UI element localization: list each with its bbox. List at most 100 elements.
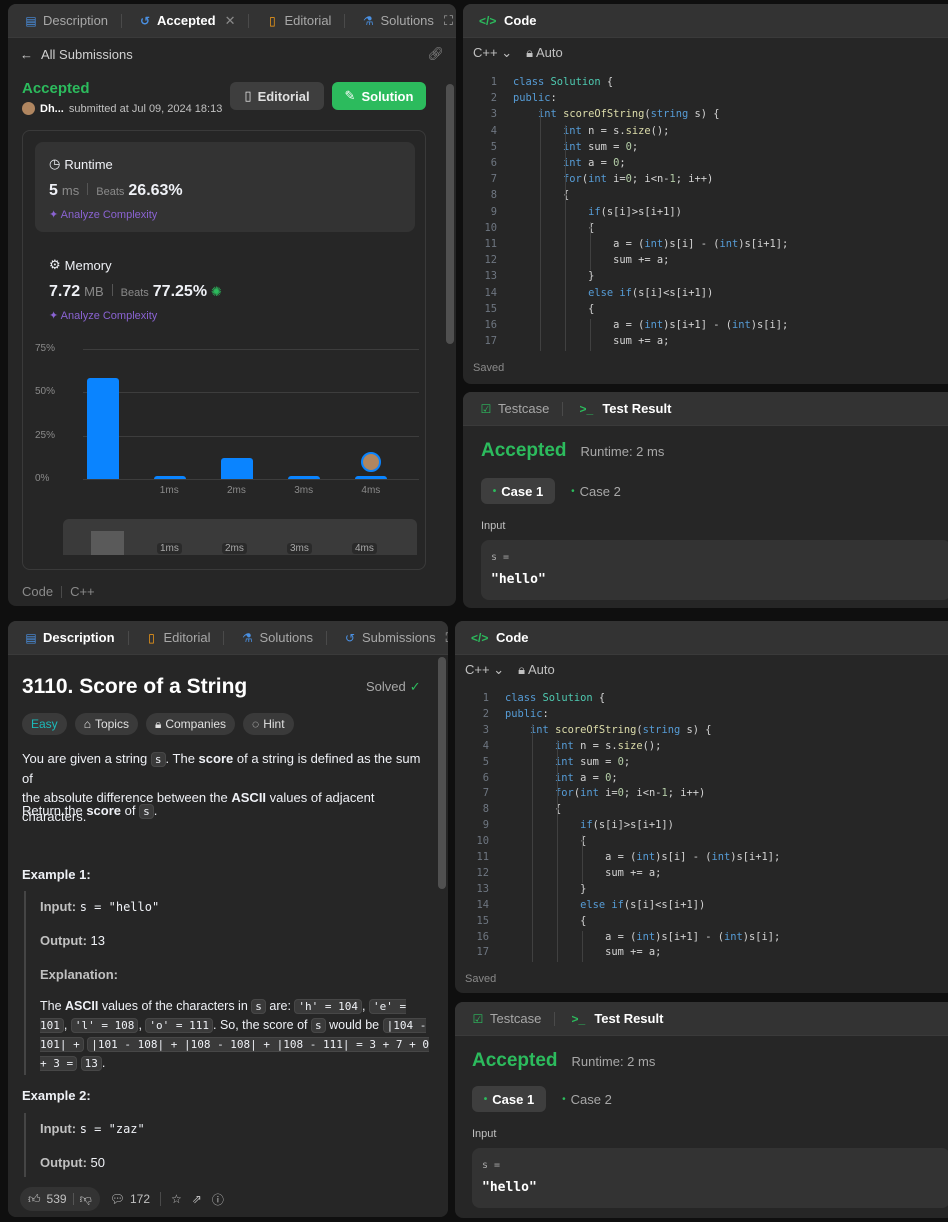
description-icon: ▤ — [25, 13, 37, 28]
memory-card[interactable]: ⚙ Memory 7.72 MB Beats 77.25% ✺ ✦ Analyze… — [35, 243, 415, 333]
chart-bar[interactable] — [153, 475, 186, 479]
chart-bar[interactable] — [86, 378, 119, 479]
tab-label: Test Result — [594, 1011, 664, 1026]
solution-button[interactable]: ✎ Solution — [332, 82, 426, 110]
code-editor[interactable]: 1 class Solution {2 public: 3 int scoreOfSt… — [463, 72, 943, 352]
help-icon[interactable]: ⓘ — [212, 1191, 224, 1208]
line-number: 9 — [482, 819, 489, 832]
code-line[interactable]: a = (int)s[i+1] - (int)s[i]; — [505, 931, 780, 943]
user-avatar-marker — [361, 451, 382, 472]
thumbs-down-icon[interactable]: 👎︎ — [80, 1192, 92, 1207]
code-editor[interactable]: 1 class Solution {2 public: 3 int scoreOfSt… — [455, 688, 945, 963]
code-line[interactable]: a = (int)s[i+1] - (int)s[i]; — [513, 319, 788, 331]
code-line[interactable]: else if(s[i]<s[i+1]) — [505, 899, 705, 911]
tab-solutions[interactable]: ⚗ Solutions — [355, 4, 439, 37]
tab-description[interactable]: ▤ Description — [18, 4, 128, 37]
tab-testcase[interactable]: ☑ Testcase — [465, 1002, 561, 1035]
tab-accepted[interactable]: ↺ Accepted ✕ — [132, 4, 255, 37]
tab-editorial[interactable]: ▯ Editorial — [139, 621, 231, 654]
like-button[interactable]: 👍︎ 539 👎︎ — [20, 1187, 100, 1211]
topics-chip[interactable]: ⌂ Topics — [74, 713, 138, 735]
code-line[interactable]: else if(s[i]<s[i+1]) — [513, 287, 713, 299]
code-line[interactable]: { — [513, 303, 594, 315]
comments-button[interactable]: 💬︎ 172 — [110, 1192, 150, 1206]
code-line[interactable]: a = (int)s[i] - (int)s[i+1]; — [505, 851, 780, 863]
code-line[interactable]: class Solution { — [505, 692, 605, 704]
close-icon[interactable]: ✕ — [225, 13, 236, 29]
line-number: 5 — [490, 140, 497, 153]
language-select[interactable]: C++ ⌄ — [465, 662, 504, 678]
tab-test-result[interactable]: >_ Test Result — [573, 392, 677, 425]
code-line[interactable]: { — [505, 803, 561, 815]
code-line[interactable]: if(s[i]>s[i+1]) — [513, 206, 682, 218]
code-line[interactable]: for(int i=0; i<n-1; i++) — [505, 787, 705, 799]
example-2-title: Example 2: — [22, 1088, 91, 1103]
code-line[interactable]: int n = s.size(); — [505, 740, 661, 752]
saved-status: Saved — [465, 973, 497, 985]
language-select[interactable]: C++ ⌄ — [473, 45, 512, 61]
companies-chip[interactable]: 🔒︎ Companies — [145, 713, 236, 735]
description-panel: ▤ Description ▯ Editorial ⚗ Solutions ↺ Subm… — [8, 621, 448, 1217]
line-number: 12 — [484, 254, 497, 267]
tab-label: Test Result — [602, 401, 672, 416]
analyze-complexity-link[interactable]: Analyze Complexity — [61, 310, 158, 322]
text: You are given a string — [22, 751, 148, 766]
chart-bar[interactable] — [221, 458, 253, 479]
text: . — [101, 1056, 106, 1070]
runtime-card[interactable]: ◷ Runtime 5 ms Beats 26.63% ✦ Analyze Com… — [35, 142, 415, 232]
case-1-tab[interactable]: • Case 1 — [472, 1086, 546, 1112]
tab-editorial[interactable]: ▯ Editorial — [259, 4, 351, 37]
code-line[interactable]: } — [505, 883, 586, 895]
link-icon[interactable]: 🔗︎ — [427, 46, 444, 62]
share-icon[interactable]: ⇗ — [192, 1192, 202, 1206]
code-line[interactable]: { — [505, 835, 586, 847]
chart-bar[interactable] — [355, 475, 388, 479]
code-line[interactable]: public: — [505, 708, 549, 720]
code-line[interactable]: if(s[i]>s[i+1]) — [505, 819, 674, 831]
tab-testcase[interactable]: ☑ Testcase — [473, 392, 569, 425]
clap-icon: ✺ — [211, 284, 222, 299]
code-line[interactable]: int sum = 0; — [513, 141, 638, 153]
code-line[interactable]: { — [505, 915, 586, 927]
code-line[interactable]: for(int i=0; i<n-1; i++) — [513, 173, 713, 185]
code-line[interactable]: { — [513, 222, 594, 234]
maximize-icon[interactable]: ⛶ — [446, 630, 448, 646]
code-line[interactable]: int scoreOfString(string s) { — [505, 724, 711, 736]
autosave-toggle[interactable]: 🔒︎ Auto — [526, 45, 563, 61]
tab-solutions[interactable]: ⚗ Solutions — [234, 621, 332, 654]
tab-description[interactable]: ▤ Description — [18, 621, 135, 654]
chart-bar[interactable] — [288, 475, 321, 479]
code-line[interactable]: public: — [513, 92, 557, 104]
editorial-button[interactable]: ▯ Editorial — [230, 82, 324, 110]
scrollbar[interactable] — [438, 657, 446, 889]
tab-code[interactable]: </> Code — [473, 4, 543, 37]
difficulty-badge[interactable]: Easy — [22, 713, 67, 735]
code-line[interactable]: class Solution { — [513, 76, 613, 88]
code-line[interactable]: { — [513, 189, 569, 201]
code-line[interactable]: int scoreOfString(string s) { — [513, 108, 719, 120]
scrollbar[interactable] — [446, 84, 454, 344]
all-submissions-link[interactable]: All Submissions — [41, 47, 133, 62]
code-line[interactable]: int n = s.size(); — [513, 125, 669, 137]
maximize-icon[interactable]: ⛶ — [444, 13, 453, 29]
avatar[interactable] — [22, 102, 35, 115]
case-1-tab[interactable]: • Case 1 — [481, 478, 555, 504]
code-line[interactable]: int a = 0; — [513, 157, 626, 169]
tab-code[interactable]: </> Code — [465, 621, 535, 654]
tab-test-result[interactable]: >_ Test Result — [565, 1002, 669, 1035]
analyze-complexity-link[interactable]: Analyze Complexity — [61, 209, 158, 221]
code-line[interactable]: int sum = 0; — [505, 756, 630, 768]
star-icon[interactable]: ☆ — [171, 1192, 182, 1206]
code-line[interactable]: } — [513, 270, 594, 282]
hint-chip[interactable]: ◌ Hint — [243, 713, 294, 735]
code-line[interactable]: a = (int)s[i] - (int)s[i+1]; — [513, 238, 788, 250]
tab-submissions[interactable]: ↺ Submissions — [337, 621, 442, 654]
case-2-tab[interactable]: • Case 2 — [561, 478, 631, 504]
code-line[interactable]: int a = 0; — [505, 772, 618, 784]
username[interactable]: Dh... — [40, 103, 64, 115]
result-status: Accepted — [472, 1050, 558, 1071]
case-2-tab[interactable]: • Case 2 — [552, 1086, 622, 1112]
arrow-left-icon[interactable]: ← — [20, 47, 33, 62]
autosave-toggle[interactable]: 🔒︎ Auto — [518, 662, 555, 678]
result-runtime: Runtime: 2 ms — [571, 1054, 656, 1069]
